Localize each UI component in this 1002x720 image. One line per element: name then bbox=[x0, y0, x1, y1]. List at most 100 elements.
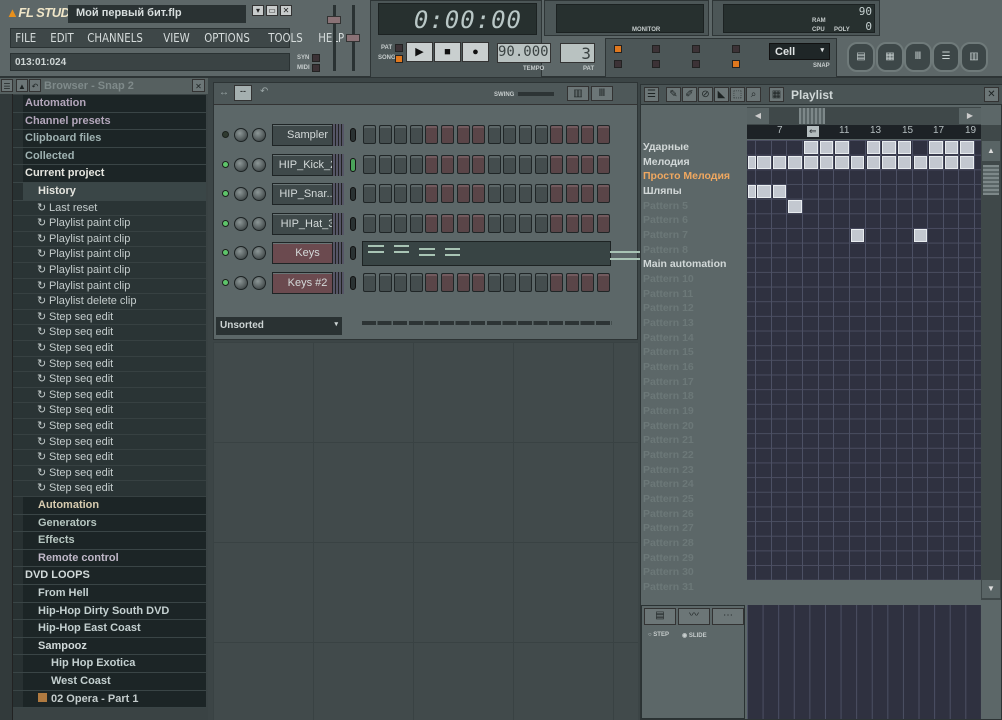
countdown-toggle[interactable] bbox=[652, 45, 660, 53]
swing-slider[interactable] bbox=[518, 92, 554, 96]
pattern-clip[interactable] bbox=[913, 229, 928, 243]
slide-radio[interactable]: ◉ SLIDE bbox=[682, 632, 707, 639]
browser-button[interactable]: ☰ bbox=[932, 42, 960, 72]
step-button[interactable] bbox=[441, 154, 454, 174]
channel-select-indicator[interactable] bbox=[350, 216, 356, 231]
pattern-row-label[interactable]: Pattern 27 bbox=[643, 521, 745, 536]
pattern-clip[interactable] bbox=[772, 185, 787, 198]
history-item[interactable]: ↻ Playlist paint clip bbox=[13, 216, 206, 232]
step-button[interactable] bbox=[487, 184, 501, 203]
step-button[interactable] bbox=[565, 154, 579, 174]
step-button[interactable] bbox=[456, 213, 470, 233]
history-item[interactable]: ↻ Step seq edit bbox=[13, 465, 206, 482]
channel-mute-led[interactable] bbox=[222, 278, 229, 286]
step-button[interactable] bbox=[503, 154, 517, 174]
pat-mode-toggle[interactable] bbox=[395, 44, 403, 52]
pattern-clip[interactable] bbox=[929, 155, 943, 169]
pattern-clip[interactable] bbox=[772, 155, 787, 169]
keyboard-editor-icon[interactable]: Ⅲ bbox=[591, 86, 613, 101]
stop-button[interactable]: ■ bbox=[434, 42, 461, 62]
pattern-row-label[interactable]: Pattern 25 bbox=[643, 492, 745, 507]
tempo-display[interactable]: 90.000 bbox=[497, 43, 551, 63]
select-tool-icon[interactable]: ⬚ bbox=[730, 87, 745, 102]
browser-folder[interactable]: Automation bbox=[13, 95, 206, 113]
browser-file[interactable]: 02 Opera - Part 1 bbox=[13, 690, 206, 709]
master-pitch-slider[interactable] bbox=[346, 5, 360, 71]
pattern-clip[interactable] bbox=[866, 141, 881, 154]
step-button[interactable] bbox=[472, 213, 486, 233]
pattern-row-label[interactable]: Pattern 26 bbox=[643, 507, 745, 522]
pattern-clip[interactable] bbox=[882, 141, 896, 154]
pattern-clip[interactable] bbox=[913, 155, 928, 169]
history-item[interactable]: ↻ Last reset bbox=[13, 200, 206, 217]
menu-edit[interactable]: EDIT bbox=[46, 31, 78, 45]
channel-filter-dropdown[interactable]: Unsorted ▾ bbox=[216, 317, 342, 335]
pattern-clip[interactable] bbox=[944, 141, 959, 154]
step-button[interactable] bbox=[472, 184, 486, 203]
step-edit-toggle[interactable] bbox=[692, 45, 700, 53]
pattern-clip[interactable] bbox=[960, 155, 975, 169]
expand-toggle[interactable] bbox=[13, 165, 23, 182]
channel-select-grip[interactable] bbox=[332, 242, 344, 264]
step-button[interactable] bbox=[534, 184, 548, 203]
pattern-clip[interactable] bbox=[850, 155, 865, 169]
pattern-row-label[interactable]: Pattern 22 bbox=[643, 448, 745, 463]
channel-volume-knob[interactable] bbox=[252, 187, 266, 201]
pattern-row-label[interactable]: Pattern 20 bbox=[643, 419, 745, 434]
history-item[interactable]: ↻ Step seq edit bbox=[13, 309, 206, 326]
channel-mute-led[interactable] bbox=[222, 160, 229, 168]
step-button[interactable] bbox=[519, 213, 532, 233]
graph-editor-icon[interactable]: ▥ bbox=[567, 86, 589, 101]
pattern-row-label[interactable]: Pattern 17 bbox=[643, 375, 745, 390]
step-button[interactable] bbox=[597, 125, 610, 144]
channel-select-indicator[interactable] bbox=[350, 275, 356, 290]
pattern-clip[interactable] bbox=[819, 141, 834, 154]
step-button[interactable] bbox=[409, 154, 423, 174]
browser-folder[interactable]: History bbox=[13, 183, 206, 201]
channel-select-indicator[interactable] bbox=[350, 128, 356, 142]
step-button[interactable] bbox=[550, 184, 564, 203]
menu-tools[interactable]: TOOLS bbox=[264, 31, 307, 45]
step-button[interactable] bbox=[534, 213, 548, 233]
pattern-row-label[interactable]: Pattern 16 bbox=[643, 360, 745, 375]
step-button[interactable] bbox=[472, 125, 486, 144]
expand-toggle[interactable] bbox=[13, 95, 23, 112]
step-button[interactable] bbox=[394, 213, 408, 233]
step-button[interactable] bbox=[425, 272, 439, 292]
pattern-clip[interactable] bbox=[748, 155, 756, 169]
step-button[interactable] bbox=[519, 272, 532, 292]
pattern-row-label[interactable]: Ударные bbox=[643, 140, 745, 155]
step-button[interactable] bbox=[456, 125, 470, 144]
browser-folder[interactable]: Clipboard files bbox=[13, 130, 206, 148]
snap-dropdown[interactable]: Cell ▾ bbox=[769, 43, 830, 60]
scroll-down-icon[interactable]: ▼ bbox=[982, 580, 1000, 598]
step-button[interactable] bbox=[519, 184, 532, 203]
expand-toggle[interactable] bbox=[13, 497, 23, 514]
channel-pan-knob[interactable] bbox=[234, 216, 248, 231]
pattern-clip[interactable] bbox=[866, 155, 881, 169]
horizontal-scrollbar[interactable]: ◀ ▶ bbox=[747, 107, 981, 125]
pattern-clip[interactable] bbox=[835, 141, 849, 154]
channel-volume-knob[interactable] bbox=[252, 128, 266, 142]
menu-icon[interactable]: ☰ bbox=[1, 79, 13, 92]
step-button[interactable] bbox=[441, 272, 454, 292]
history-item[interactable]: ↻ Step seq edit bbox=[13, 372, 206, 388]
step-button[interactable] bbox=[565, 272, 579, 292]
pattern-clip[interactable] bbox=[897, 141, 912, 154]
step-button[interactable] bbox=[503, 213, 517, 233]
undo-icon[interactable]: ↶ bbox=[260, 86, 268, 97]
menu-file[interactable]: FILE bbox=[11, 31, 41, 45]
browser-folder[interactable]: Remote control bbox=[13, 549, 206, 568]
step-button[interactable] bbox=[441, 213, 454, 233]
channel-select-indicator[interactable] bbox=[350, 246, 356, 260]
close-icon[interactable]: ✕ bbox=[984, 87, 999, 102]
channel-select-grip[interactable] bbox=[332, 124, 344, 146]
browser-folder[interactable]: Effects bbox=[13, 532, 206, 550]
step-button[interactable] bbox=[503, 184, 517, 203]
paint-tool-icon[interactable]: ✐ bbox=[682, 87, 697, 102]
channel-select-indicator[interactable] bbox=[350, 187, 356, 201]
channel-select-grip[interactable] bbox=[332, 153, 344, 176]
mixer-button[interactable]: ▥ bbox=[960, 42, 988, 72]
scroll-left-icon[interactable]: ◀ bbox=[747, 108, 769, 124]
up-arrow-icon[interactable]: ▲ bbox=[16, 79, 28, 92]
